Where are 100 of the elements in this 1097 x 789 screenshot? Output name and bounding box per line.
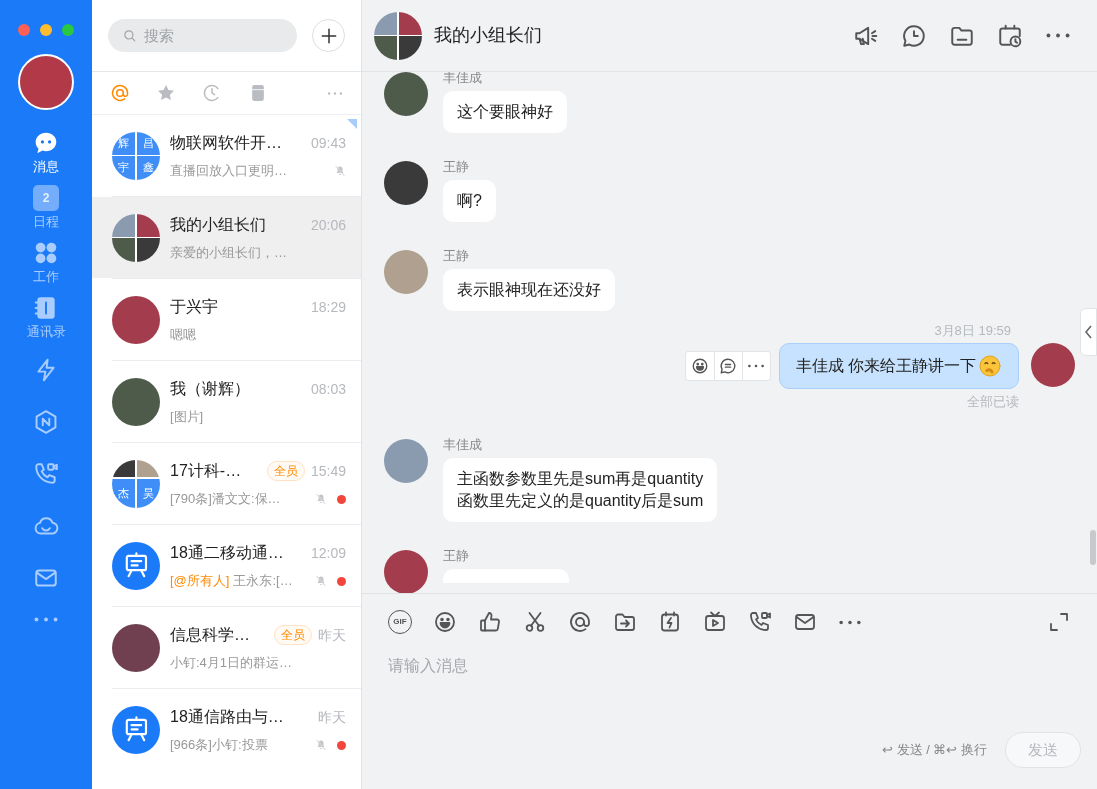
avatar-initial: 鑫: [142, 162, 154, 174]
message-input[interactable]: 请输入消息: [388, 654, 1071, 724]
more-icon: [327, 91, 343, 95]
avatar-initial: 杰: [118, 487, 130, 499]
avatar-initial: 昌: [142, 137, 154, 149]
avatar-initial: 辉: [118, 137, 130, 149]
like-button[interactable]: [478, 610, 502, 634]
message-text: 丰佳成 你来给王静讲一下: [795, 355, 976, 376]
conversation-item[interactable]: 我的小组长们 20:06 亲爱的小组长们，…: [92, 197, 361, 278]
avatar-initial: 宇: [118, 162, 130, 174]
add-button[interactable]: [312, 19, 345, 52]
expand-icon: [1047, 610, 1071, 634]
calendar-clock-button[interactable]: [997, 22, 1023, 49]
phone-video-icon: [748, 610, 772, 634]
collapse-panel-button[interactable]: [1080, 308, 1097, 356]
more-icon: [1045, 33, 1071, 38]
avatar-photo: [112, 295, 160, 344]
photo-placeholder: [398, 11, 422, 35]
recent-icon: [202, 83, 222, 103]
conversation-time: 08:03: [310, 379, 346, 399]
profile-avatar[interactable]: [18, 54, 74, 110]
screenshot-button[interactable]: [523, 610, 547, 634]
all-members-tag: 全员: [266, 461, 305, 481]
chat-bubble-icon: [33, 130, 59, 156]
avatar-photo: [384, 250, 428, 294]
conversation-name: 18通信路由与…: [170, 707, 284, 727]
thumbs-up-icon: [478, 610, 502, 634]
message-bubble: 主函数参数里先是sum再是quantity 函数里先定义的是quantity后是sum: [443, 458, 718, 522]
at-sign-icon: [568, 610, 592, 634]
conversation-name: 18通二移动通…: [170, 543, 284, 563]
conversation-name: 17计科-…: [170, 461, 242, 481]
message-preview: [790条]潘文文:保…: [170, 490, 281, 509]
sender-name: 丰佳成: [443, 437, 482, 453]
conversation-name: 于兴宇: [170, 297, 218, 317]
conversation-name: 物联网软件开…: [170, 133, 282, 153]
tv-play-icon: [703, 610, 727, 634]
conversation-time: 12:09: [310, 543, 346, 563]
message-preview: [图片]: [170, 408, 204, 427]
sender-name: 王静: [443, 548, 469, 564]
all-members-tag: 全员: [274, 625, 312, 645]
conversation-name: 信息科学…: [170, 625, 250, 645]
photo-placeholder: [374, 11, 398, 35]
avatar-initial: 昊: [142, 487, 154, 499]
sender-name: 王静: [443, 248, 469, 264]
avatar-photo: [112, 623, 160, 672]
smiley-icon: [433, 610, 457, 634]
avatar-photo: [384, 161, 428, 205]
star-icon: [156, 83, 176, 103]
mention-button[interactable]: [568, 610, 592, 634]
conversation-name: 我的小组长们: [170, 215, 266, 235]
photo-placeholder: [374, 36, 398, 60]
mention-label: [@所有人]: [170, 572, 230, 591]
avatar-photo: [112, 377, 160, 426]
conversation-time: 昨天: [318, 707, 346, 727]
more-icon: [33, 617, 59, 622]
photo-placeholder: [112, 238, 136, 262]
message-preview: 小钉:4月1日的群运…: [170, 654, 293, 673]
more-button[interactable]: [838, 619, 862, 625]
sender-name: 丰佳成: [443, 72, 482, 86]
search-icon: [122, 28, 137, 43]
conversation-name: 我（谢辉）: [170, 379, 250, 399]
scissors-icon: [523, 610, 547, 634]
ding-button[interactable]: [658, 610, 682, 634]
emoji-button[interactable]: [433, 610, 457, 634]
conversation-time: 20:06: [310, 215, 346, 235]
avatar-photo: [384, 550, 428, 593]
scrollbar-thumb[interactable]: [1090, 530, 1096, 565]
avatar-photo: [1031, 342, 1075, 387]
hexagon-icon: [33, 409, 59, 435]
smiley-icon: [690, 356, 709, 375]
photo-placeholder: [136, 213, 160, 237]
clock-bubble-icon: [901, 22, 927, 49]
photo-placeholder: [136, 238, 160, 262]
clock-bubble-button[interactable]: [901, 22, 927, 49]
comment-icon: [719, 356, 738, 375]
search-field[interactable]: 搜索: [108, 19, 298, 52]
calendar-clock-icon: [997, 22, 1023, 49]
more-icon: [838, 619, 862, 625]
chevron-left-icon: [1084, 325, 1093, 339]
shortcut-hint: ↩ 发送 / ⌘↩ 换行: [881, 741, 987, 760]
avatar-photo: [384, 439, 428, 483]
conversation-time: 15:49: [310, 461, 346, 481]
nav-tab[interactable]: 消息: [11, 124, 81, 179]
chat-title: 我的小组长们: [434, 24, 542, 47]
calendar-lightning-icon: [658, 610, 682, 634]
sender-name: 王静: [443, 159, 469, 175]
photo-placeholder: [112, 213, 136, 237]
expand-button[interactable]: [1047, 610, 1071, 634]
more-button[interactable]: [1045, 33, 1071, 38]
more-icon: [747, 363, 766, 368]
call-button[interactable]: [748, 610, 772, 634]
live-button[interactable]: [703, 610, 727, 634]
photo-placeholder: [398, 36, 422, 60]
four-circles-icon: [33, 240, 59, 266]
message-preview: 亲爱的小组长们，…: [170, 244, 287, 263]
conversation-time: 昨天: [318, 625, 346, 645]
conversation-time: 09:43: [310, 133, 346, 153]
message-bubble: 表示眼神现在还没好: [443, 269, 615, 311]
message-bubble: 啊?: [443, 180, 496, 222]
message-bubble: 这个要眼神好: [443, 91, 567, 133]
